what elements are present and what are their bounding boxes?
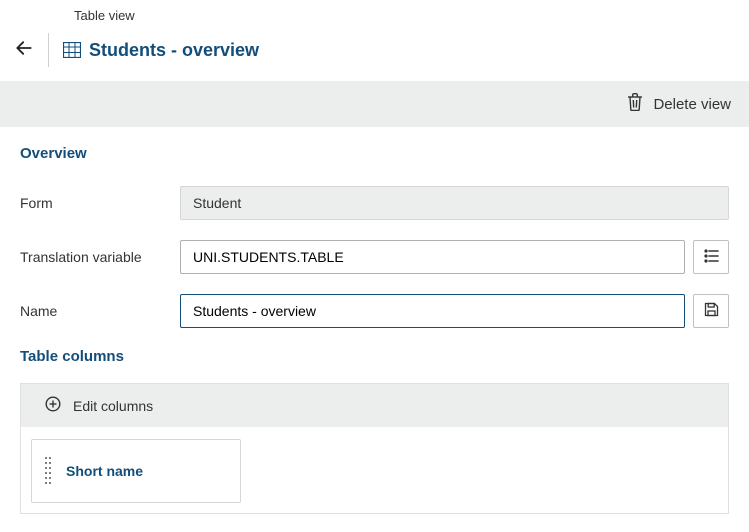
columns-panel: Edit columns Short name <box>20 383 729 514</box>
translation-label: Translation variable <box>20 249 180 265</box>
plus-circle-icon <box>45 396 61 415</box>
page-title-wrap: Students - overview <box>63 40 259 61</box>
column-chip[interactable]: Short name <box>31 439 241 503</box>
columns-list: Short name <box>21 427 728 513</box>
name-label: Name <box>20 303 180 319</box>
column-chip-label: Short name <box>66 463 143 479</box>
content: Overview Form Student Translation variab… <box>0 127 749 532</box>
form-value: Student <box>180 186 729 220</box>
breadcrumb-label[interactable]: Table view <box>74 8 135 23</box>
list-icon <box>704 249 719 266</box>
edit-columns-label: Edit columns <box>73 398 153 414</box>
drag-handle-icon[interactable] <box>44 456 52 486</box>
breadcrumb: Table view <box>0 0 749 33</box>
delete-view-button[interactable]: Delete view <box>627 93 731 115</box>
translation-input[interactable] <box>180 240 685 274</box>
save-icon <box>704 302 719 320</box>
form-row-name: Name <box>20 294 729 328</box>
action-bar: Delete view <box>0 81 749 127</box>
table-icon <box>63 42 81 58</box>
form-label: Form <box>20 195 180 211</box>
form-row-translation: Translation variable <box>20 240 729 274</box>
trash-icon <box>627 93 643 115</box>
table-columns-section-title: Table columns <box>20 348 729 365</box>
divider <box>48 33 49 67</box>
name-save-button[interactable] <box>693 294 729 328</box>
form-row-form: Form Student <box>20 186 729 220</box>
page-title: Students - overview <box>89 40 259 61</box>
title-bar: Students - overview <box>0 33 749 81</box>
translation-list-button[interactable] <box>693 240 729 274</box>
name-input[interactable] <box>180 294 685 328</box>
delete-view-label: Delete view <box>653 96 731 113</box>
edit-columns-button[interactable]: Edit columns <box>21 384 728 427</box>
back-button[interactable] <box>14 38 34 62</box>
overview-section-title: Overview <box>20 145 729 162</box>
